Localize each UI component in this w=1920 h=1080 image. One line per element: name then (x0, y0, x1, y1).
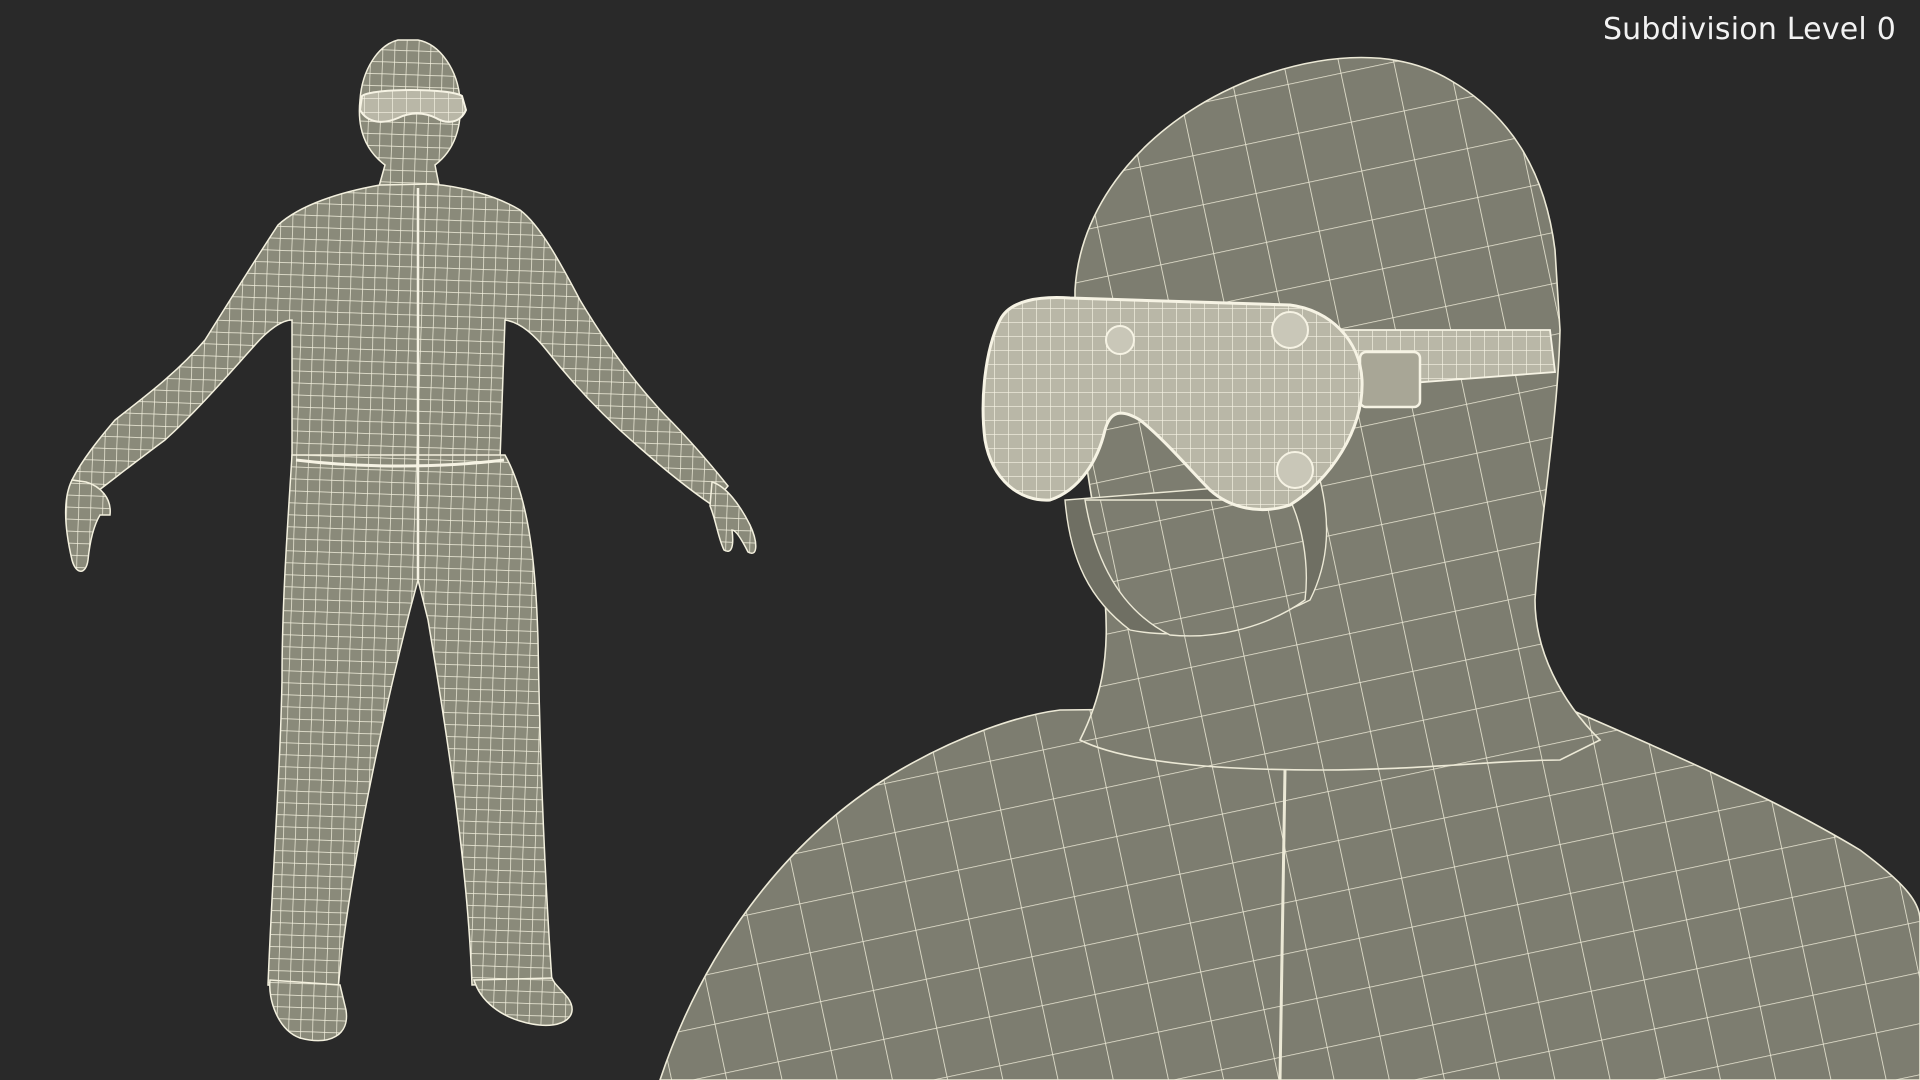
right-glove-mesh (709, 481, 757, 554)
right-shoe-cover-mesh (472, 977, 573, 1026)
render-viewport: Subdivision Level 0 (0, 0, 1920, 1080)
render-canvas (64, 39, 1920, 1080)
subdivision-level-label: Subdivision Level 0 (1602, 12, 1896, 47)
goggle-vent-side (1271, 311, 1309, 349)
goggle-vent-lower (1276, 451, 1314, 489)
full-body-model (64, 39, 757, 1042)
left-glove-mesh (64, 479, 111, 572)
left-shoe-cover-mesh (269, 979, 348, 1042)
legs-mesh (267, 454, 553, 991)
strap-buckle (1358, 350, 1422, 409)
goggle-vent-top (1105, 325, 1135, 355)
closeup-model (659, 56, 1920, 1080)
